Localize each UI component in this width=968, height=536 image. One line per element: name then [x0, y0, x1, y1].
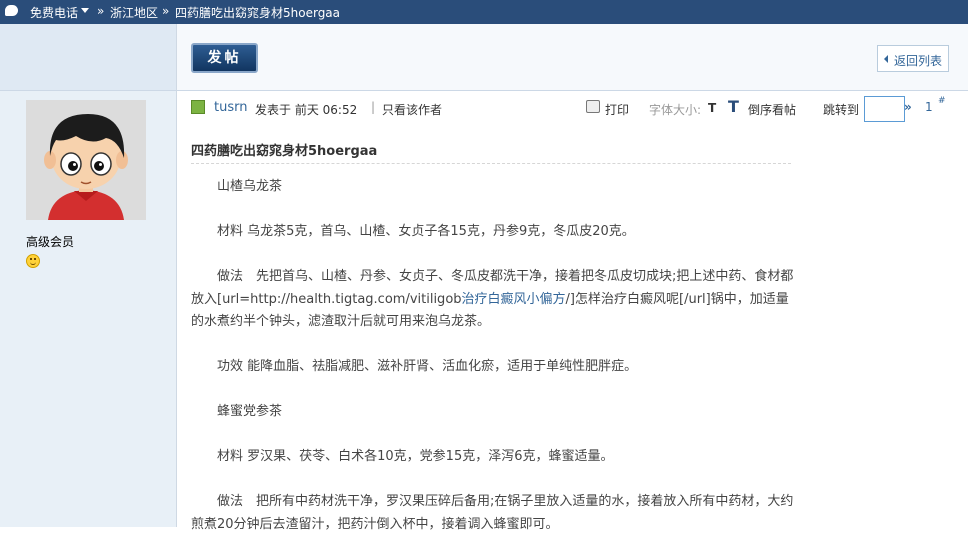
- post-content: 山楂乌龙茶 材料 乌龙茶5克，首乌、山楂、女贞子各15克，丹参9克，冬瓜皮20克…: [191, 176, 796, 536]
- free-phone-link[interactable]: 免费电话: [30, 4, 78, 21]
- print-link[interactable]: 打印: [605, 101, 629, 118]
- top-navigation-bar: 免费电话 » 浙江地区 » 四药膳吃出窈窕身材5hoergaa: [0, 0, 968, 24]
- chevron-down-icon[interactable]: [81, 8, 89, 13]
- thread-toolbar: [177, 24, 968, 91]
- smiley-icon: [26, 254, 40, 268]
- reverse-order-link[interactable]: 倒序看帖: [748, 101, 796, 118]
- font-large-button[interactable]: T: [728, 97, 739, 116]
- floor-number-link[interactable]: 1: [925, 100, 933, 114]
- content-paragraph: 山楂乌龙茶: [217, 179, 283, 194]
- content-paragraph: 功效 能降血脂、祛脂减肥、滋补肝肾、活血化瘀，适用于单纯性肥胖症。: [217, 359, 638, 374]
- goto-button[interactable]: »: [904, 100, 912, 114]
- sidebar-header: [0, 24, 176, 91]
- goto-label: 跳转到: [823, 103, 860, 117]
- back-to-list-label: 返回列表: [894, 54, 943, 68]
- breadcrumb-region-link[interactable]: 浙江地区: [110, 4, 158, 21]
- arrow-left-icon: [884, 55, 888, 63]
- thread-title: 四药膳吃出窈窕身材5hoergaa: [191, 144, 378, 159]
- floor-mark: #: [938, 96, 946, 106]
- author-link[interactable]: tusrn: [214, 100, 247, 115]
- online-status-icon: [191, 100, 205, 114]
- title-divider: [191, 163, 791, 164]
- content-paragraph: 材料 乌龙茶5克，首乌、山楂、女贞子各15克，丹参9克，冬瓜皮20克。: [217, 224, 635, 239]
- font-size-label: 字体大小:: [649, 103, 702, 117]
- content-paragraph: 做法 把所有中药材洗干净，罗汉果压碎后备用;在锅子里放入适量的水，接着放入所有中…: [191, 494, 794, 532]
- member-rank: 高级会员: [26, 235, 75, 249]
- content-paragraph: 蜂蜜党参茶: [217, 404, 283, 419]
- back-to-list-button[interactable]: 返回列表: [877, 45, 949, 72]
- new-post-button[interactable]: 发帖: [191, 43, 258, 73]
- breadcrumb-separator: »: [162, 4, 170, 18]
- font-small-button[interactable]: T: [708, 101, 716, 115]
- vitiligo-remedy-link[interactable]: 治疗白癜风小偏方: [462, 292, 566, 307]
- meta-separator: |: [371, 100, 376, 114]
- only-author-link[interactable]: 只看该作者: [382, 101, 442, 118]
- breadcrumb-current-title: 四药膳吃出窈窕身材5hoergaa: [175, 6, 341, 20]
- content-paragraph: 材料 罗汉果、茯苓、白术各10克，党参15克，泽泻6克，蜂蜜适量。: [217, 449, 614, 464]
- chat-icon[interactable]: [5, 5, 18, 16]
- content-paragraph: 做法 先把首乌、山楂、丹参、女贞子、冬瓜皮都洗干净，接着把冬瓜皮切成块;把上述中…: [191, 266, 796, 334]
- breadcrumb-separator: »: [97, 4, 105, 18]
- printer-icon[interactable]: [586, 100, 600, 113]
- post-time: 发表于 前天 06:52: [255, 103, 358, 117]
- goto-floor-input[interactable]: [864, 96, 905, 122]
- avatar-cartoon-image: [26, 100, 146, 220]
- avatar[interactable]: [26, 100, 146, 220]
